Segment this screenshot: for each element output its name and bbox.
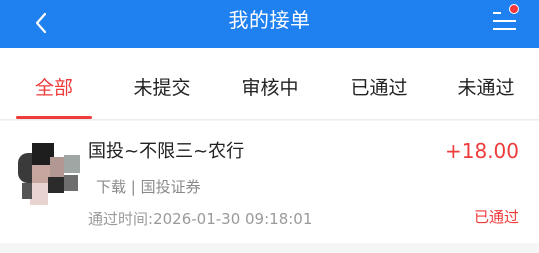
time-label: 通过时间: [88,210,154,228]
time-value: 2026-01-30 09:18:01 [153,210,313,228]
status-badge: 已通过 [473,208,519,226]
active-tab-indicator [16,116,92,119]
tab-not-submitted[interactable]: 未提交 [120,48,204,120]
order-subtitle: 下载 | 国投证券 [96,178,201,196]
tab-all[interactable]: 全部 [16,48,92,120]
tab-under-review[interactable]: 审核中 [228,48,312,120]
menu-button[interactable] [485,4,525,37]
tab-rejected[interactable]: 未通过 [444,48,528,120]
approval-time: 通过时间:2026-01-30 09:18:01 [88,208,312,229]
status-tabs: 全部 未提交 审核中 已通过 未通过 [0,48,539,120]
order-amount: +18.00 [444,139,519,163]
notification-dot [509,4,519,14]
avatar [18,143,80,205]
page-title: 我的接单 [228,8,311,32]
tab-approved[interactable]: 已通过 [337,48,421,120]
app-header: 我的接单 [0,0,539,48]
order-card[interactable]: 国投~不限三~农行 下载 | 国投证券 通过时间:2026-01-30 09:1… [0,121,539,243]
order-title: 国投~不限三~农行 [88,141,245,162]
